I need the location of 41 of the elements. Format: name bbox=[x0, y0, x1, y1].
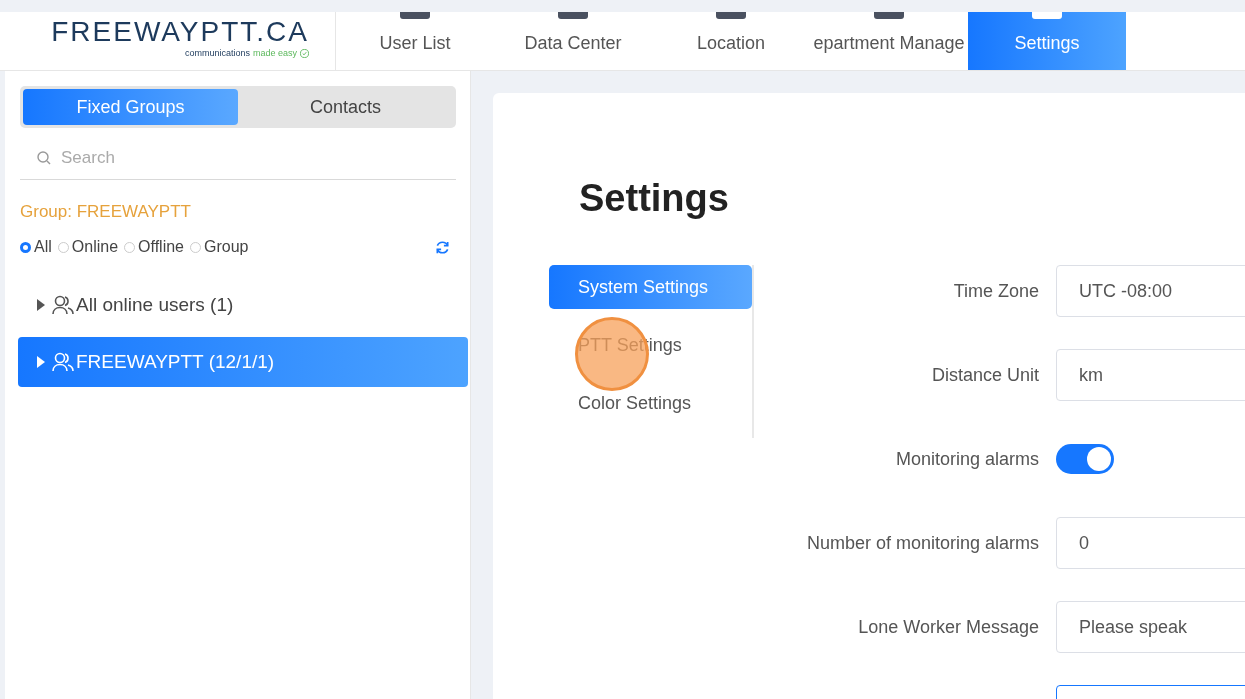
tree-label: All online users (1) bbox=[76, 294, 234, 316]
tree-label: FREEWAYPTT (12/1/1) bbox=[76, 351, 275, 373]
nav-icon bbox=[1032, 12, 1062, 19]
toggle-switch[interactable] bbox=[1056, 444, 1114, 474]
group-label: Group: FREEWAYPTT bbox=[20, 202, 192, 222]
input-field[interactable]: km bbox=[1056, 349, 1245, 401]
refresh-icon[interactable] bbox=[435, 239, 450, 255]
search-icon bbox=[37, 150, 51, 165]
field-label: Time Zone bbox=[952, 280, 1039, 302]
field-label: Lone Worker Message bbox=[857, 616, 1039, 638]
logo-name: FREEWAYPTT.CA bbox=[51, 16, 309, 48]
nav-icon bbox=[400, 12, 430, 19]
filter-radio[interactable]: Online bbox=[57, 238, 119, 256]
settings-menu-item[interactable]: System Settings bbox=[549, 265, 752, 309]
nav-tab[interactable]: Location bbox=[652, 12, 810, 70]
nav-icon bbox=[716, 12, 746, 19]
users-icon bbox=[52, 295, 74, 315]
input-field[interactable]: Please speak bbox=[1056, 601, 1245, 653]
tree-item[interactable]: All online users (1) bbox=[18, 280, 468, 330]
logo-tagline: communications made easy bbox=[184, 48, 309, 58]
settings-menu-item[interactable]: Color Settings bbox=[549, 381, 752, 425]
input-field[interactable]: 0 bbox=[1056, 517, 1245, 569]
filter-radio[interactable]: All bbox=[20, 238, 52, 256]
check-icon bbox=[300, 48, 309, 58]
filter-radio[interactable]: Offline bbox=[124, 238, 184, 256]
nav-icon bbox=[874, 12, 904, 19]
input-field[interactable]: UTC -08:00 bbox=[1056, 265, 1245, 317]
filter-radio[interactable]: Group bbox=[190, 238, 249, 256]
tab[interactable]: Contacts bbox=[238, 89, 453, 125]
field-label: Distance Unit bbox=[930, 364, 1039, 386]
nav-tab[interactable]: User List bbox=[336, 12, 494, 70]
caret-icon bbox=[36, 356, 46, 368]
nav-tab[interactable]: Data Center bbox=[494, 12, 652, 70]
tree-item[interactable]: FREEWAYPTT (12/1/1) bbox=[18, 337, 468, 387]
nav-icon bbox=[558, 12, 588, 19]
caret-icon bbox=[36, 299, 46, 311]
page-title: Settings bbox=[579, 177, 730, 220]
users-icon bbox=[52, 352, 74, 372]
field-label: Monitoring alarms bbox=[894, 448, 1039, 470]
field-label: Number of monitoring alarms bbox=[805, 532, 1039, 554]
nav-tab[interactable]: epartment Manage bbox=[810, 12, 968, 70]
